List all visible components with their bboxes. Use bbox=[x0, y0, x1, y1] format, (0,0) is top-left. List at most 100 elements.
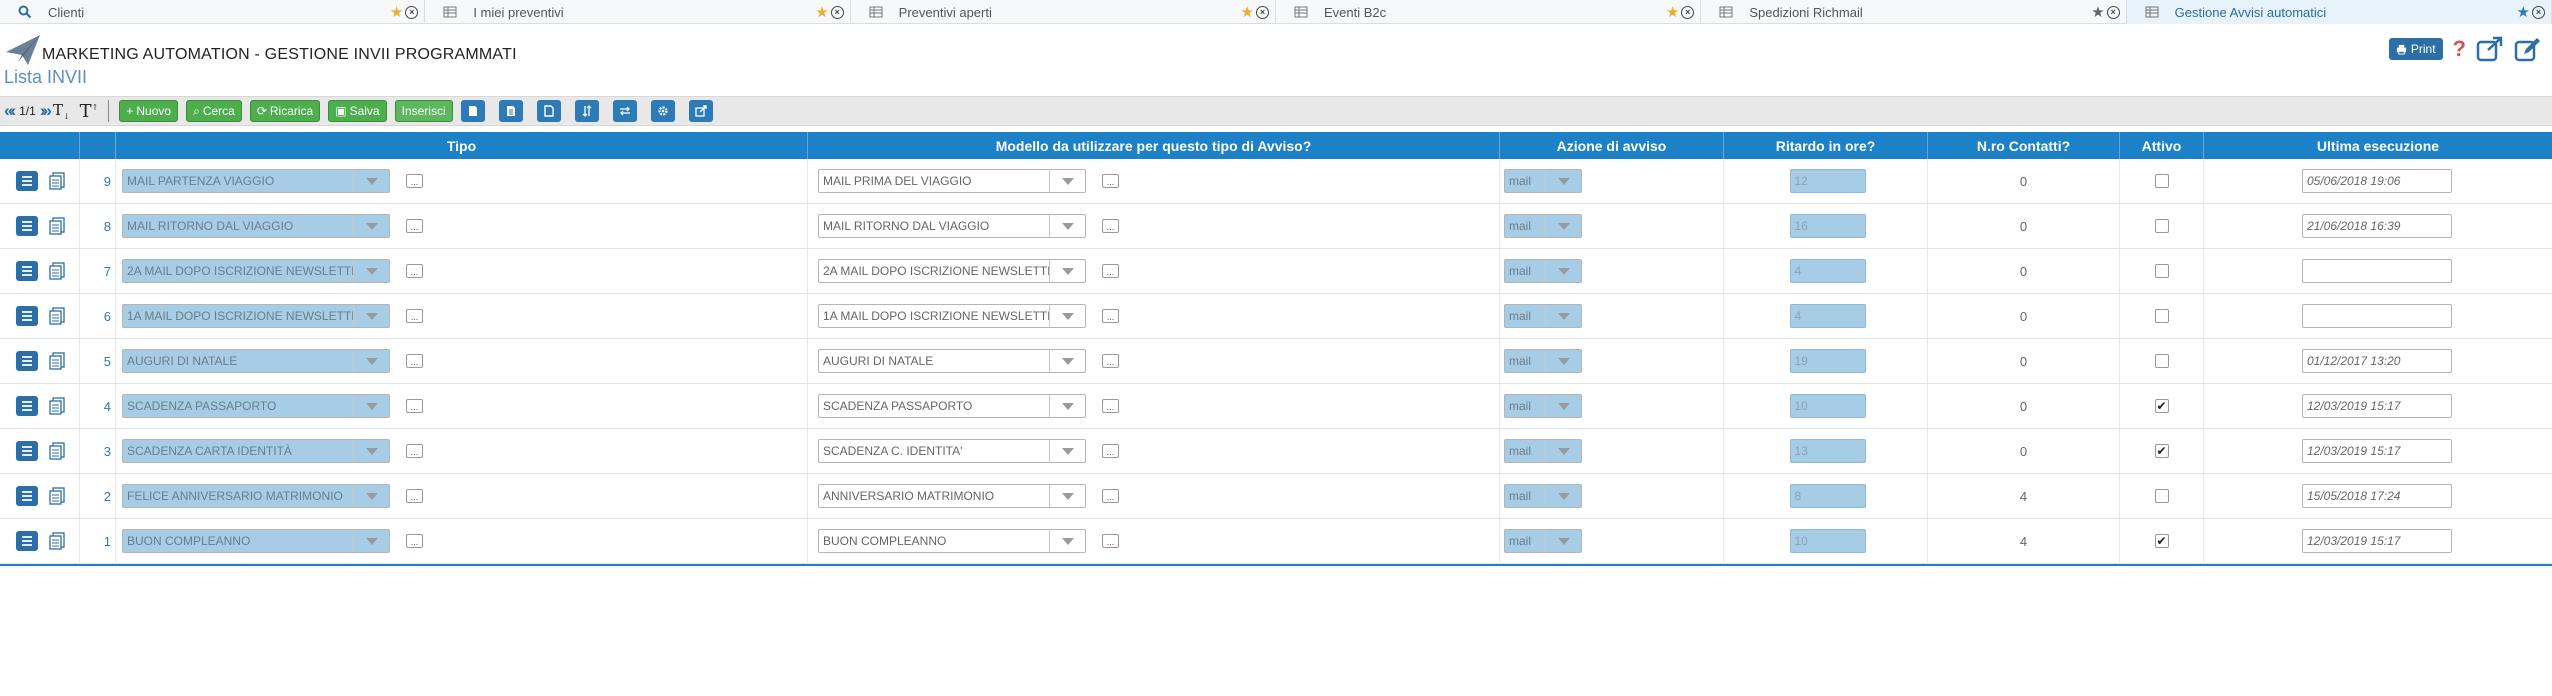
ultima-esecuzione-input[interactable]: 21/06/2018 16:39 bbox=[2302, 214, 2452, 238]
more-options-icon[interactable]: ... bbox=[406, 399, 423, 413]
font-decrease-icon[interactable]: T↓ bbox=[53, 101, 70, 121]
azione-select[interactable]: mail bbox=[1504, 394, 1582, 418]
more-options-icon[interactable]: ... bbox=[1102, 174, 1119, 188]
close-icon[interactable]: × bbox=[1681, 5, 1695, 19]
modello-select[interactable]: AUGURI DI NATALE bbox=[818, 349, 1086, 373]
open-external-icon[interactable] bbox=[688, 100, 713, 122]
ritardo-input[interactable]: 16 bbox=[1789, 214, 1866, 238]
print-button[interactable]: Print bbox=[2388, 38, 2443, 60]
document-icon[interactable] bbox=[48, 397, 66, 415]
modello-select[interactable]: BUON COMPLEANNO bbox=[818, 529, 1086, 553]
modello-select[interactable]: ANNIVERSARIO MATRIMONIO bbox=[818, 484, 1086, 508]
header-tipo[interactable]: Tipo bbox=[116, 132, 808, 159]
star-icon[interactable]: ★ bbox=[1666, 5, 1679, 20]
azione-select[interactable]: mail bbox=[1504, 169, 1582, 193]
more-options-icon[interactable]: ... bbox=[1102, 399, 1119, 413]
tipo-select[interactable]: 1A MAIL DOPO ISCRIZIONE NEWSLETTER bbox=[122, 304, 390, 328]
tipo-select[interactable]: MAIL RITORNO DAL VIAGGIO bbox=[122, 214, 390, 238]
modello-select[interactable]: SCADENZA PASSAPORTO bbox=[818, 394, 1086, 418]
close-icon[interactable]: × bbox=[2106, 5, 2120, 19]
tipo-select[interactable]: BUON COMPLEANNO bbox=[122, 529, 390, 553]
ultima-esecuzione-input[interactable]: 12/03/2019 15:17 bbox=[2302, 394, 2452, 418]
ultima-esecuzione-input[interactable]: 05/06/2018 19:06 bbox=[2302, 169, 2452, 193]
modello-select[interactable]: MAIL PRIMA DEL VIAGGIO bbox=[818, 169, 1086, 193]
sort-icon[interactable] bbox=[574, 100, 599, 122]
attivo-checkbox[interactable]: ✔ bbox=[2154, 444, 2169, 458]
ritardo-input[interactable]: 12 bbox=[1789, 169, 1866, 193]
attivo-checkbox[interactable] bbox=[2154, 489, 2169, 503]
detail-list-icon[interactable] bbox=[16, 531, 38, 551]
tipo-select[interactable]: SCADENZA CARTA IDENTITÀ bbox=[122, 439, 390, 463]
close-icon[interactable]: × bbox=[405, 5, 419, 19]
star-icon[interactable]: ★ bbox=[2091, 5, 2104, 20]
attivo-checkbox[interactable] bbox=[2154, 219, 2169, 233]
ritardo-input[interactable]: 10 bbox=[1789, 394, 1866, 418]
star-icon[interactable]: ★ bbox=[815, 5, 828, 20]
document-icon[interactable] bbox=[48, 172, 66, 190]
document-icon[interactable] bbox=[48, 442, 66, 460]
last-page-icon[interactable]: ›» bbox=[40, 101, 52, 121]
document-icon[interactable] bbox=[48, 487, 66, 505]
edit-icon[interactable] bbox=[2514, 36, 2542, 62]
more-options-icon[interactable]: ... bbox=[406, 219, 423, 233]
header-contatti[interactable]: N.ro Contatti? bbox=[1928, 132, 2120, 159]
ritardo-input[interactable]: 10 bbox=[1789, 529, 1866, 553]
detail-list-icon[interactable] bbox=[16, 306, 38, 326]
row-number[interactable]: 2 bbox=[80, 473, 116, 519]
tipo-select[interactable]: AUGURI DI NATALE bbox=[122, 349, 390, 373]
more-options-icon[interactable]: ... bbox=[1102, 309, 1119, 323]
header-attivo[interactable]: Attivo bbox=[2120, 132, 2204, 159]
row-number[interactable]: 5 bbox=[80, 338, 116, 384]
detail-list-icon[interactable] bbox=[16, 171, 38, 191]
ultima-esecuzione-input[interactable] bbox=[2302, 304, 2452, 328]
file-icon[interactable] bbox=[460, 100, 485, 122]
row-number[interactable]: 1 bbox=[80, 518, 116, 564]
font-increase-icon[interactable]: T↑ bbox=[80, 101, 99, 122]
attivo-checkbox[interactable] bbox=[2154, 354, 2169, 368]
detail-list-icon[interactable] bbox=[16, 216, 38, 236]
star-icon[interactable]: ★ bbox=[390, 5, 403, 20]
header-ritardo[interactable]: Ritardo in ore? bbox=[1724, 132, 1928, 159]
attivo-checkbox[interactable] bbox=[2154, 174, 2169, 188]
ritardo-input[interactable]: 19 bbox=[1789, 349, 1866, 373]
detail-list-icon[interactable] bbox=[16, 261, 38, 281]
row-number[interactable]: 4 bbox=[80, 383, 116, 429]
modello-select[interactable]: 2A MAIL DOPO ISCRIZIONE NEWSLETTER bbox=[818, 259, 1086, 283]
azione-select[interactable]: mail bbox=[1504, 349, 1582, 373]
document-icon[interactable] bbox=[48, 352, 66, 370]
row-number[interactable]: 7 bbox=[80, 248, 116, 294]
detail-list-icon[interactable] bbox=[16, 396, 38, 416]
ultima-esecuzione-input[interactable]: 15/05/2018 17:24 bbox=[2302, 484, 2452, 508]
tab-4[interactable]: Spedizioni Richmail ★ × bbox=[1701, 0, 2127, 24]
more-options-icon[interactable]: ... bbox=[1102, 264, 1119, 278]
file-outline-icon[interactable] bbox=[536, 100, 561, 122]
more-options-icon[interactable]: ... bbox=[1102, 534, 1119, 548]
azione-select[interactable]: mail bbox=[1504, 484, 1582, 508]
tipo-select[interactable]: FELICE ANNIVERSARIO MATRIMONIO bbox=[122, 484, 390, 508]
salva-button[interactable]: ▣ Salva bbox=[328, 100, 387, 122]
cerca-button[interactable]: ⌕ Cerca bbox=[186, 100, 242, 122]
document-icon[interactable] bbox=[48, 262, 66, 280]
row-number[interactable]: 9 bbox=[80, 158, 116, 204]
nuovo-button[interactable]: + Nuovo bbox=[119, 100, 179, 122]
more-options-icon[interactable]: ... bbox=[406, 489, 423, 503]
more-options-icon[interactable]: ... bbox=[1102, 219, 1119, 233]
tipo-select[interactable]: SCADENZA PASSAPORTO bbox=[122, 394, 390, 418]
file-text-icon[interactable] bbox=[498, 100, 523, 122]
tab-5[interactable]: Gestione Avvisi automatici ★ × bbox=[2126, 0, 2552, 24]
more-options-icon[interactable]: ... bbox=[1102, 444, 1119, 458]
detail-list-icon[interactable] bbox=[16, 351, 38, 371]
attivo-checkbox[interactable] bbox=[2154, 264, 2169, 278]
ultima-esecuzione-input[interactable] bbox=[2302, 259, 2452, 283]
close-icon[interactable]: × bbox=[1255, 5, 1269, 19]
row-number[interactable]: 8 bbox=[80, 203, 116, 249]
ricarica-button[interactable]: ⟳ Ricarica bbox=[249, 100, 321, 122]
header-modello[interactable]: Modello da utilizzare per questo tipo di… bbox=[808, 132, 1500, 159]
modello-select[interactable]: MAIL RITORNO DAL VIAGGIO bbox=[818, 214, 1086, 238]
more-options-icon[interactable]: ... bbox=[406, 444, 423, 458]
exchange-icon[interactable] bbox=[612, 100, 637, 122]
tab-1[interactable]: I miei preventivi ★ × bbox=[425, 0, 851, 24]
detail-list-icon[interactable] bbox=[16, 441, 38, 461]
document-icon[interactable] bbox=[48, 217, 66, 235]
more-options-icon[interactable]: ... bbox=[406, 309, 423, 323]
